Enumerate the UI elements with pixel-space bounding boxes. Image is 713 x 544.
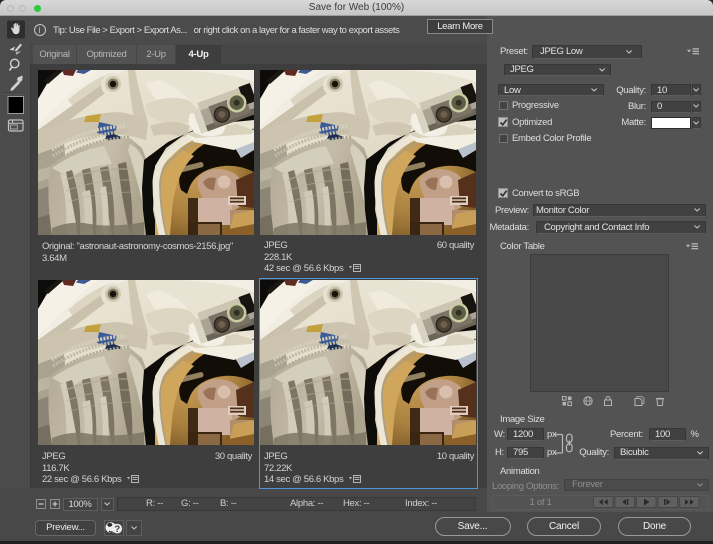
svg-text:?: ?: [114, 524, 120, 535]
